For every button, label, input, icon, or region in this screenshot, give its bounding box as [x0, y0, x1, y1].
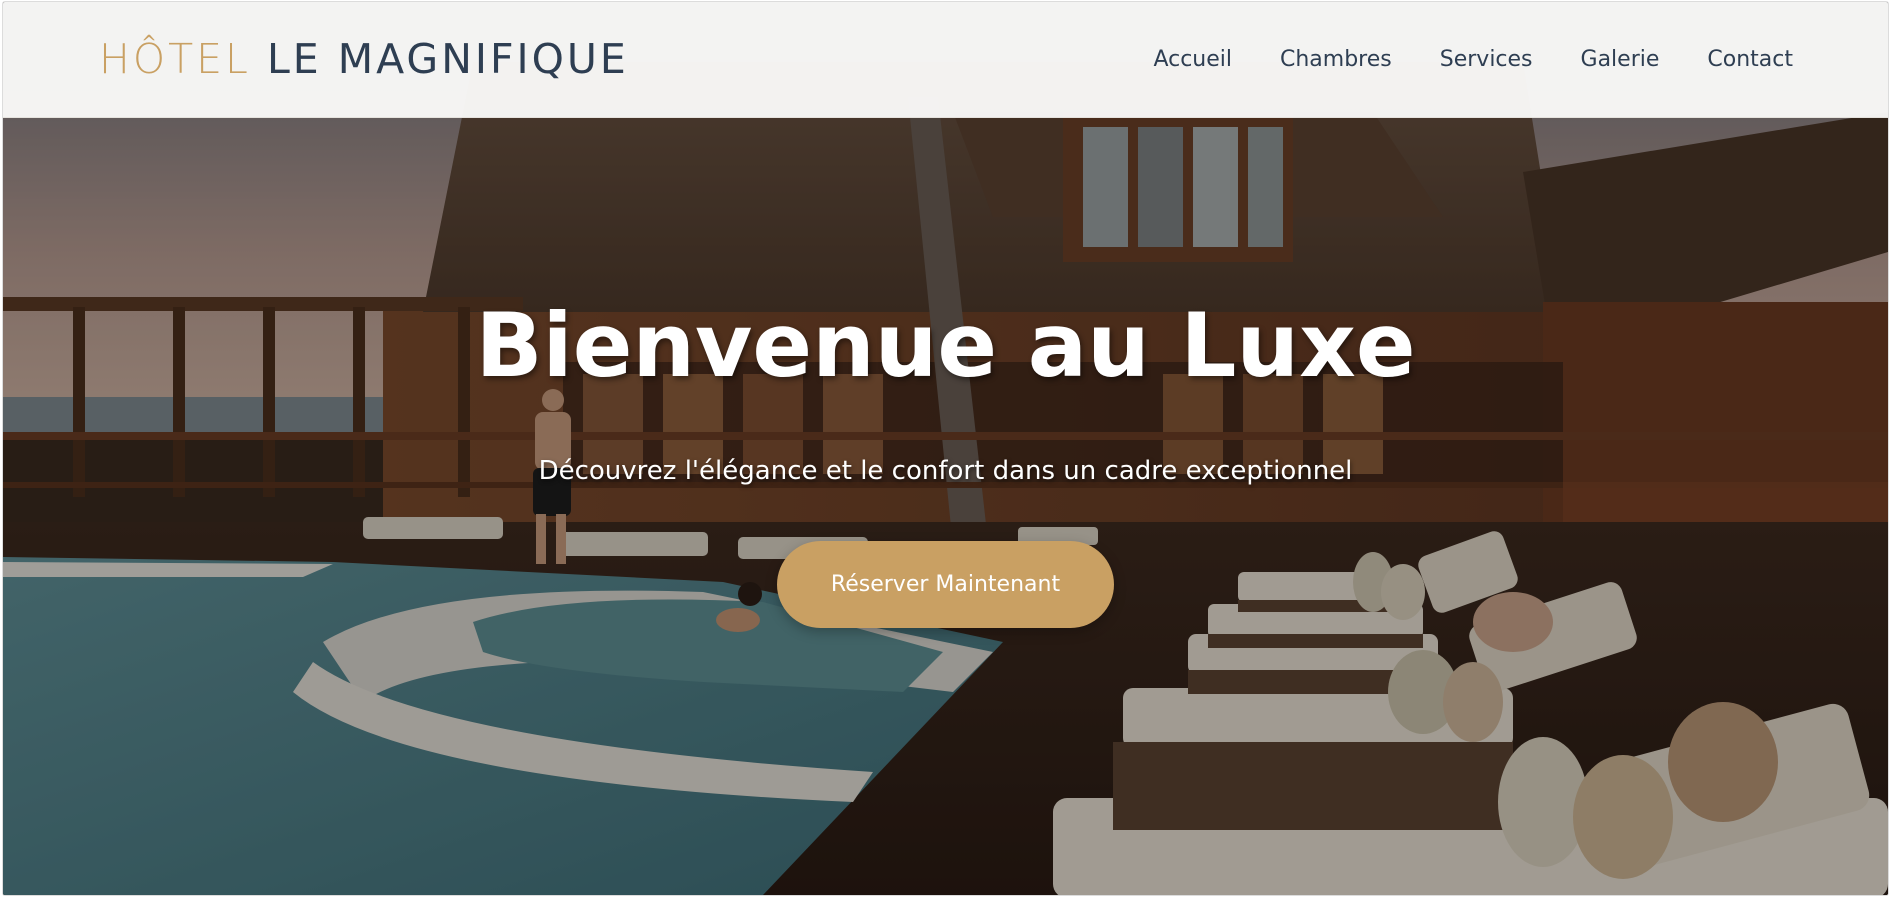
nav-link-services[interactable]: Services — [1440, 47, 1533, 72]
hero-overlay — [3, 2, 1888, 895]
browser-viewport: HÔTEL LE MAGNIFIQUE Accueil Chambres Ser… — [3, 2, 1888, 895]
site-logo[interactable]: HÔTEL LE MAGNIFIQUE — [99, 39, 629, 80]
nav-link-chambres[interactable]: Chambres — [1280, 47, 1392, 72]
nav-link-accueil[interactable]: Accueil — [1153, 47, 1232, 72]
logo-word-hotel: HÔTEL — [99, 35, 251, 83]
main-navigation: Accueil Chambres Services Galerie Contac… — [1153, 47, 1793, 72]
hero-subtitle: Découvrez l'élégance et le confort dans … — [538, 456, 1353, 486]
site-header: HÔTEL LE MAGNIFIQUE Accueil Chambres Ser… — [3, 2, 1888, 118]
nav-link-galerie[interactable]: Galerie — [1581, 47, 1660, 72]
book-now-button[interactable]: Réserver Maintenant — [777, 541, 1114, 628]
hero-title: Bienvenue au Luxe — [475, 294, 1416, 397]
nav-link-contact[interactable]: Contact — [1707, 47, 1793, 72]
logo-word-name: LE MAGNIFIQUE — [266, 35, 629, 83]
hero-background-image — [3, 2, 1888, 895]
